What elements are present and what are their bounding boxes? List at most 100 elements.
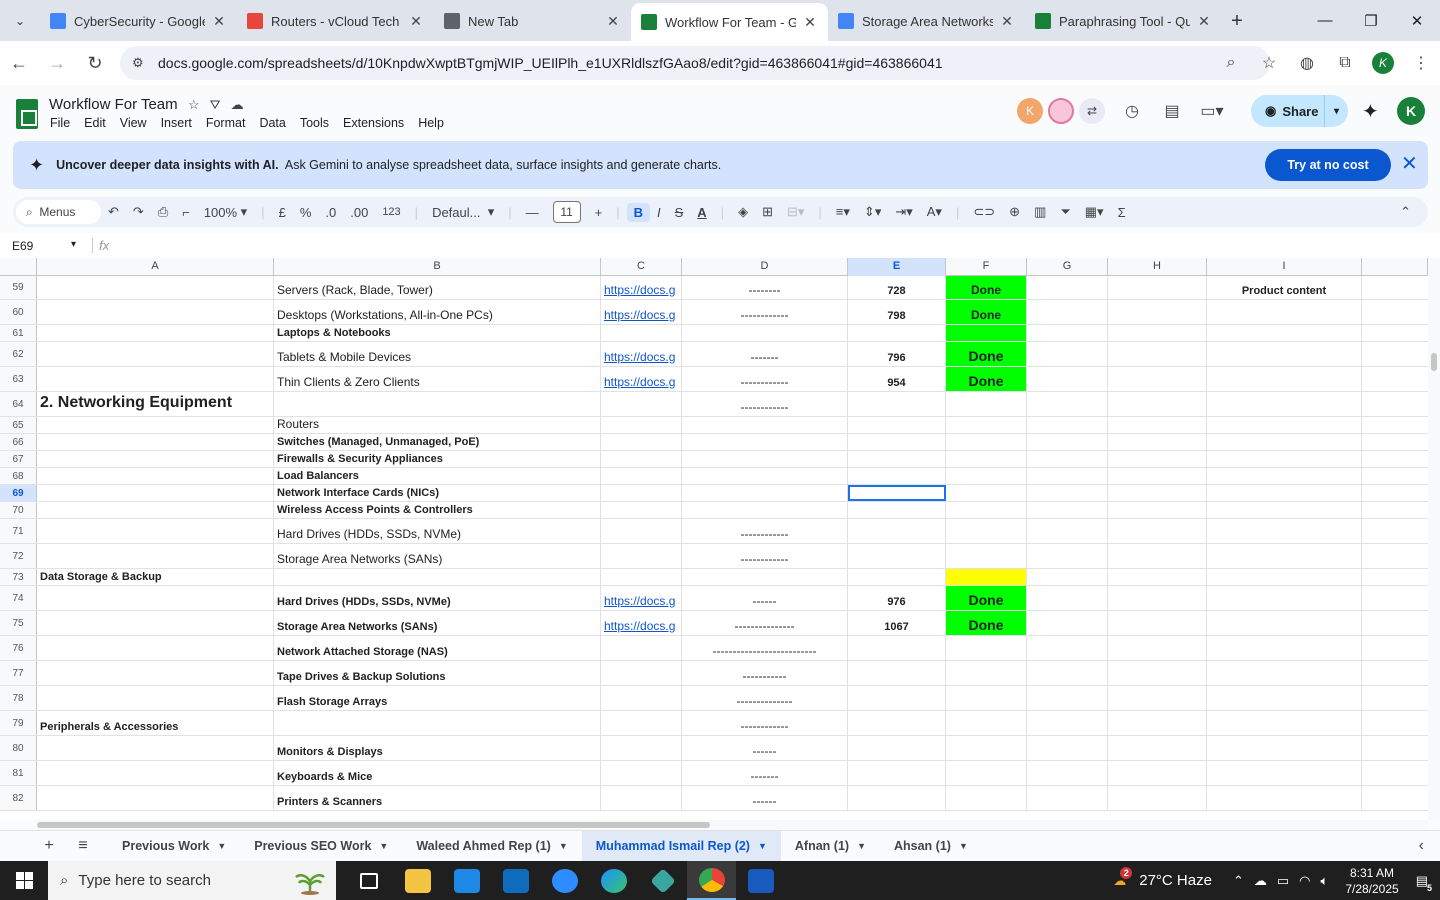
cell-h73[interactable]	[1108, 569, 1207, 585]
cell-h81[interactable]	[1108, 761, 1207, 785]
cell-a63[interactable]	[37, 367, 274, 391]
row-header[interactable]: 62	[0, 342, 37, 366]
minimize-icon[interactable]: —	[1302, 0, 1348, 41]
cell-d69[interactable]	[682, 485, 848, 501]
functions-icon[interactable]: Σ	[1111, 205, 1133, 220]
cell-c76[interactable]	[601, 636, 682, 660]
row-header[interactable]: 64	[0, 392, 37, 416]
cell-f77[interactable]	[946, 661, 1027, 685]
row-header[interactable]: 82	[0, 786, 37, 810]
cell-a64[interactable]: 2. Networking Equipment	[37, 392, 274, 416]
cell-e80[interactable]	[848, 736, 946, 760]
cell-g72[interactable]	[1027, 544, 1108, 568]
cell-i70[interactable]	[1207, 502, 1362, 518]
cell-i74[interactable]	[1207, 586, 1362, 610]
cell-a79[interactable]: Peripherals & Accessories	[37, 711, 274, 735]
row-header[interactable]: 72	[0, 544, 37, 568]
cell-a65[interactable]	[37, 417, 274, 433]
cell-a71[interactable]	[37, 519, 274, 543]
cell-f67[interactable]	[946, 451, 1027, 467]
cell-f70[interactable]	[946, 502, 1027, 518]
cell-a69[interactable]	[37, 485, 274, 501]
cell-e75[interactable]: 1067	[848, 611, 946, 635]
cell-g80[interactable]	[1027, 736, 1108, 760]
menu-extensions[interactable]: Extensions	[343, 116, 404, 130]
cell-g73[interactable]	[1027, 569, 1108, 585]
wifi-icon[interactable]: ◠	[1299, 873, 1310, 889]
cell-a60[interactable]	[37, 300, 274, 324]
cell-f63[interactable]: Done	[946, 367, 1027, 391]
cell-d73[interactable]	[682, 569, 848, 585]
cell-h71[interactable]	[1108, 519, 1207, 543]
cell-b71[interactable]: Hard Drives (HDDs, SSDs, NVMe)	[274, 519, 601, 543]
cell-a82[interactable]	[37, 786, 274, 810]
cell-b70[interactable]: Wireless Access Points & Controllers	[274, 502, 601, 518]
sheet-tab[interactable]: Afnan (1) ▼	[781, 831, 880, 862]
edge-icon[interactable]	[589, 861, 638, 900]
cell-f60[interactable]: Done	[946, 300, 1027, 324]
cell-a68[interactable]	[37, 468, 274, 484]
cell-f61[interactable]	[946, 325, 1027, 341]
cell-h66[interactable]	[1108, 434, 1207, 450]
cell-c80[interactable]	[601, 736, 682, 760]
comments-icon[interactable]: ▤	[1152, 101, 1192, 121]
cell-e68[interactable]	[848, 468, 946, 484]
paint-format-icon[interactable]: ⌐	[175, 205, 197, 220]
meet-collab-icon[interactable]: ⇄	[1079, 98, 1105, 124]
cell-d62[interactable]: -------	[682, 342, 848, 366]
number-format[interactable]: 123	[375, 206, 407, 218]
cell-b81[interactable]: Keyboards & Mice	[274, 761, 601, 785]
cell-b78[interactable]: Flash Storage Arrays	[274, 686, 601, 710]
cell-b61[interactable]: Laptops & Notebooks	[274, 325, 601, 341]
cell-e67[interactable]	[848, 451, 946, 467]
add-sheet-icon[interactable]: +	[32, 837, 66, 855]
cell-i78[interactable]	[1207, 686, 1362, 710]
share-dropdown-icon[interactable]: ▾	[1324, 95, 1348, 127]
cell-f75[interactable]: Done	[946, 611, 1027, 635]
cell-i60[interactable]	[1207, 300, 1362, 324]
cell-i80[interactable]	[1207, 736, 1362, 760]
sheet-tab-menu-icon[interactable]: ▼	[217, 841, 226, 851]
cell-h77[interactable]	[1108, 661, 1207, 685]
text-rotation-icon[interactable]: A▾	[920, 204, 949, 220]
row-header[interactable]: 73	[0, 569, 37, 585]
cell-g61[interactable]	[1027, 325, 1108, 341]
cell-a72[interactable]	[37, 544, 274, 568]
menu-format[interactable]: Format	[206, 116, 246, 130]
sheet-tab[interactable]: Previous SEO Work ▼	[240, 831, 402, 862]
cell-a73[interactable]: Data Storage & Backup	[37, 569, 274, 585]
menu-file[interactable]: File	[50, 116, 70, 130]
cell-e78[interactable]	[848, 686, 946, 710]
vertical-scrollbar[interactable]	[1428, 258, 1440, 820]
tray-chevron-icon[interactable]: ⌃	[1233, 873, 1244, 889]
reload-icon[interactable]: ↻	[76, 53, 114, 74]
column-header-c[interactable]: C	[601, 258, 682, 276]
cell-c63[interactable]: https://docs.g	[601, 367, 682, 391]
cell-b59[interactable]: Servers (Rack, Blade, Tower)	[274, 276, 601, 299]
row-header[interactable]: 68	[0, 468, 37, 484]
row-header[interactable]: 67	[0, 451, 37, 467]
column-header-f[interactable]: F	[946, 258, 1027, 276]
menu-tools[interactable]: Tools	[300, 116, 329, 130]
sheet-tab[interactable]: Waleed Ahmed Rep (1) ▼	[402, 831, 581, 862]
merge-cells-icon[interactable]: ⊟▾	[780, 204, 811, 220]
zoom-select[interactable]: 100% ▾	[197, 204, 254, 220]
cell-d71[interactable]: ------------	[682, 519, 848, 543]
cell-e76[interactable]	[848, 636, 946, 660]
cell-c81[interactable]	[601, 761, 682, 785]
cell-f59[interactable]: Done	[946, 276, 1027, 299]
menus-search[interactable]: ⌕ Menus	[16, 200, 101, 224]
cell-i72[interactable]	[1207, 544, 1362, 568]
cell-c62[interactable]: https://docs.g	[601, 342, 682, 366]
app-icon-diamond[interactable]	[638, 861, 687, 900]
cell-c67[interactable]	[601, 451, 682, 467]
sheet-tab-menu-icon[interactable]: ▼	[559, 841, 568, 851]
cell-g81[interactable]	[1027, 761, 1108, 785]
redo-icon[interactable]: ↷	[126, 204, 151, 220]
formula-input[interactable]	[109, 236, 1440, 256]
cell-h75[interactable]	[1108, 611, 1207, 635]
cell-e81[interactable]	[848, 761, 946, 785]
sheet-tab-menu-icon[interactable]: ▼	[857, 841, 866, 851]
cell-d76[interactable]: --------------------------	[682, 636, 848, 660]
name-box[interactable]: E69	[0, 239, 80, 253]
